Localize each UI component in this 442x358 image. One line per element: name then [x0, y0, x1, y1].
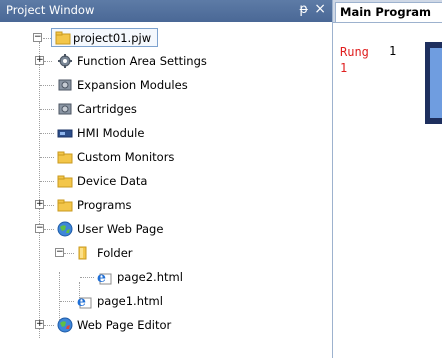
project-window: Project Window ᵽ × − project01.pjw + Fun…: [0, 0, 333, 358]
tree-item-label: Programs: [77, 198, 132, 212]
ie-file-icon: e: [77, 294, 92, 309]
tree-item-label: page2.html: [117, 270, 183, 284]
ie-file-icon: e: [97, 270, 112, 285]
tree-guide-line: [44, 61, 52, 62]
folder-open-icon: [78, 246, 87, 260]
svg-text:e: e: [97, 270, 106, 285]
collapse-toggle[interactable]: −: [55, 248, 64, 257]
tree-item-programs[interactable]: + Programs: [0, 195, 332, 215]
gear-settings-icon: [58, 54, 72, 68]
tree-guide-line: [44, 325, 54, 326]
tree-item-page2-html[interactable]: e page2.html: [0, 267, 332, 287]
tree-guide-line: [40, 181, 54, 182]
ladder-rung-block[interactable]: [425, 42, 442, 124]
tree-item-label: User Web Page: [77, 222, 164, 236]
expand-toggle[interactable]: +: [35, 200, 44, 209]
rung-number: 1: [389, 44, 397, 58]
collapse-toggle[interactable]: −: [33, 33, 42, 42]
tree-guide-line: [40, 133, 54, 134]
globe-edit-icon: [57, 317, 73, 333]
tree-guide-line: [40, 109, 54, 110]
svg-text:e: e: [77, 294, 86, 309]
tree-guide-line: [40, 85, 54, 86]
tree-item-cartridges[interactable]: Cartridges: [0, 99, 332, 119]
tree-item-device-data[interactable]: Device Data: [0, 171, 332, 191]
tab-strip: Main Program: [333, 0, 442, 23]
close-icon[interactable]: ×: [314, 1, 326, 17]
folder-icon: [57, 175, 73, 188]
collapse-toggle[interactable]: −: [35, 224, 44, 233]
tree-item-folder[interactable]: − Folder: [0, 243, 332, 263]
expand-toggle[interactable]: +: [35, 320, 44, 329]
rung-label: Rung 1: [340, 45, 369, 75]
hmi-module-icon: [57, 129, 73, 138]
tree-item-label: Web Page Editor: [77, 318, 172, 332]
tree-item-user-web-page[interactable]: − User Web Page: [0, 219, 332, 239]
module-gear-icon: [58, 79, 72, 91]
tree-item-project-root[interactable]: − project01.pjw: [0, 28, 332, 48]
tree-guide-line: [64, 253, 74, 254]
cartridge-gear-icon: [58, 103, 72, 115]
tab-main-program[interactable]: Main Program: [335, 2, 442, 22]
project-window-title: Project Window: [6, 3, 95, 17]
tree-item-label: Cartridges: [77, 102, 137, 116]
tree-guide-line: [60, 301, 74, 302]
tree-item-label: project01.pjw: [73, 31, 152, 45]
tree-item-hmi-module[interactable]: HMI Module: [0, 123, 332, 143]
tree-guide-line: [40, 157, 54, 158]
tree-item-expansion-modules[interactable]: Expansion Modules: [0, 75, 332, 95]
tree-guide-line: [44, 205, 54, 206]
tree-item-custom-monitors[interactable]: Custom Monitors: [0, 147, 332, 167]
main-program-panel: Main Program Rung 1 1: [333, 0, 442, 358]
tree-item-label: HMI Module: [77, 126, 145, 140]
tree-item-page1-html[interactable]: e page1.html: [0, 291, 332, 311]
globe-icon: [57, 221, 73, 237]
tree-item-label: Folder: [97, 246, 133, 260]
ladder-rung-contact: [430, 48, 442, 118]
tree-guide-line: [44, 229, 54, 230]
tree-guide-line: [80, 277, 94, 278]
tree-item-web-page-editor[interactable]: + Web Page Editor: [0, 315, 332, 335]
tree-item-label: Custom Monitors: [77, 150, 175, 164]
project-tree[interactable]: − project01.pjw + Function Area Settings: [0, 22, 332, 358]
folder-icon: [57, 199, 73, 212]
project-window-title-bar[interactable]: Project Window ᵽ ×: [0, 0, 332, 22]
tree-item-function-area-settings[interactable]: + Function Area Settings: [0, 51, 332, 71]
project-folder-icon: [55, 31, 71, 45]
tree-item-label: Device Data: [77, 174, 148, 188]
folder-icon: [57, 151, 73, 164]
pin-icon[interactable]: ᵽ: [299, 2, 308, 17]
tree-item-label: Expansion Modules: [77, 78, 188, 92]
tree-item-label: Function Area Settings: [77, 54, 207, 68]
tree-guide-line: [43, 38, 51, 39]
expand-toggle[interactable]: +: [35, 56, 44, 65]
tree-item-label: page1.html: [97, 294, 163, 308]
